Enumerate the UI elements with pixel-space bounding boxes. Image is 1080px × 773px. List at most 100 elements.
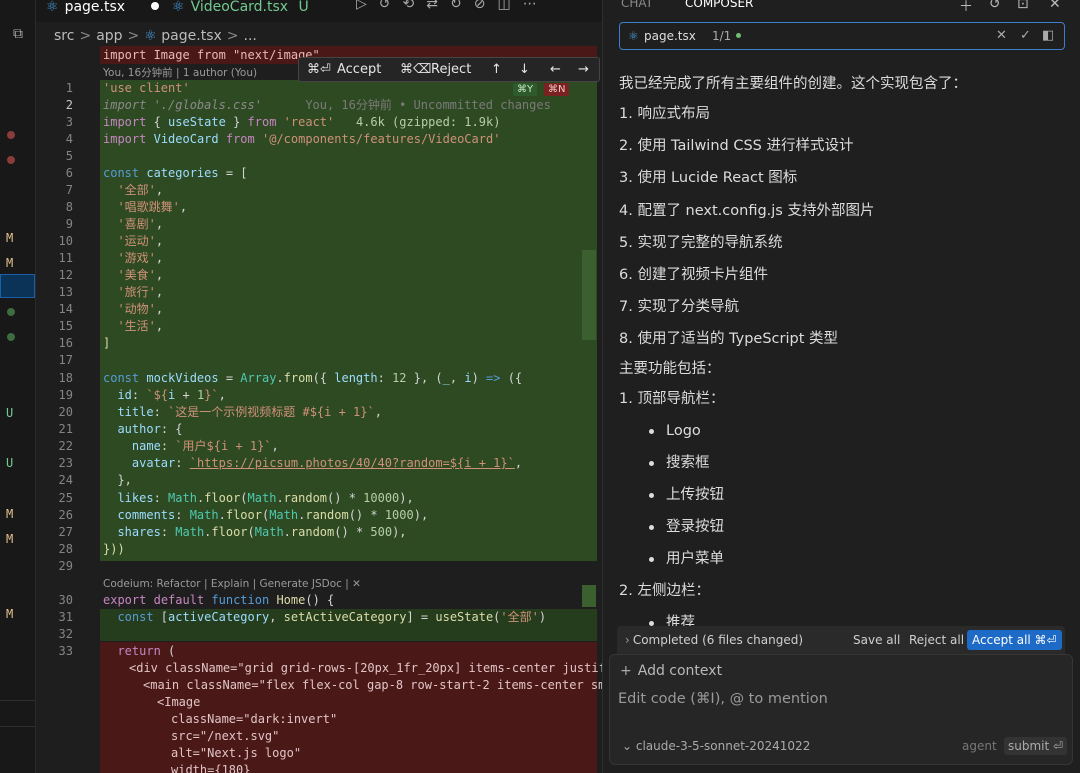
react-icon: ⚛ (144, 28, 157, 44)
section-heading: 主要功能包括： (619, 361, 721, 377)
close-icon[interactable]: ✕ (1049, 0, 1061, 12)
split-icon[interactable]: ◫ (497, 0, 522, 12)
composer-panel: CHAT COMPOSER ＋ ↺ ⊡ ✕ ⚛ page.tsx 1/1 ✕ ✓… (602, 0, 1080, 773)
code-line: 9 '喜剧', (65, 217, 164, 231)
breadcrumb-item[interactable]: ... (244, 28, 257, 44)
debug-icon[interactable]: ⊘ (474, 0, 498, 12)
arrow-up-icon[interactable]: ↑ (491, 58, 502, 81)
code-line: 32 (58, 627, 73, 641)
submit-button[interactable]: submit ⏎ (1004, 737, 1068, 755)
code-line-removed: width={180} (171, 763, 251, 773)
open-in-pane-icon[interactable]: ⊡ (1017, 0, 1029, 12)
sync-icon[interactable]: ⇄ (426, 0, 450, 12)
list-item: 4. 配置了 next.config.js 支持外部图片 (619, 203, 875, 219)
tab-label: VideoCard.tsx (190, 0, 289, 15)
code-line: 21 author: { (58, 422, 183, 436)
split-editor-icon[interactable]: ⧉ (10, 26, 26, 42)
code-line: 18 const mockVideos = Array.from({ length… (58, 371, 523, 385)
code-line: 24 }, (58, 473, 132, 487)
code-line-removed: className="dark:invert" (171, 712, 338, 726)
model-selector[interactable]: ⌄ claude-3-5-sonnet-20241022 (622, 739, 810, 753)
code-line: 33 return ( (58, 644, 176, 658)
mode-selector[interactable]: agent (962, 739, 997, 753)
code-line-removed: src="/next.svg" (171, 729, 280, 743)
code-line: 27 shares: Math.floor(Math.random() * 50… (58, 525, 407, 539)
completed-toggle[interactable]: › Completed (6 files changed) (625, 626, 803, 654)
forward-icon[interactable]: ↻ (450, 0, 474, 12)
tab-chat[interactable]: CHAT (621, 0, 653, 10)
code-line: 22 name: `用户${i + 1}`, (58, 439, 279, 453)
code-line: 25 likes: Math.floor(Math.random() * 100… (58, 491, 414, 505)
breadcrumb: src > app > ⚛ page.tsx >... (54, 28, 257, 44)
code-line: 14 '动物', (58, 302, 164, 316)
reject-all-button[interactable]: Reject all (909, 626, 964, 654)
edited-file-chip[interactable]: ⚛ page.tsx 1/1 ✕ ✓ ◧ (619, 22, 1065, 50)
code-line: 31 const [activeCategory, setActiveCateg… (58, 610, 547, 624)
code-line: 19 id: `${i + 1}`, (58, 388, 226, 402)
code-line: 16] (58, 336, 111, 350)
change-dot (7, 131, 15, 139)
git-status-mark: M (6, 607, 14, 621)
view-diff-icon[interactable]: ◧ (1042, 23, 1054, 49)
arrow-right-icon[interactable]: → (578, 58, 589, 81)
accept-file-icon[interactable]: ✓ (1020, 23, 1031, 49)
editor-actions: ▷↺⟲⇄↻⊘◫⋯ (356, 0, 549, 12)
git-untracked-badge: U (298, 0, 309, 15)
accept-button[interactable]: Accept (337, 58, 381, 81)
tab-page-tsx[interactable]: ⚛ page.tsx (46, 0, 125, 20)
file-name: page.tsx (644, 29, 696, 43)
code-line-removed: <Image (157, 695, 201, 709)
reject-file-icon[interactable]: ✕ (996, 23, 1007, 49)
list-item: 2. 左侧边栏： (619, 583, 710, 599)
react-icon: ⚛ (46, 0, 59, 15)
list-item: 1. 顶部导航栏： (619, 391, 725, 407)
code-line: 29 (58, 559, 73, 573)
explorer-selection[interactable] (0, 274, 35, 298)
refresh-icon[interactable]: ⟲ (403, 0, 427, 12)
list-item: 6. 创建了视频卡片组件 (619, 267, 768, 283)
divider (0, 700, 36, 701)
tab-videocard-tsx[interactable]: ⚛ VideoCard.tsx U (172, 0, 309, 20)
change-dot (7, 308, 15, 316)
breadcrumb-item[interactable]: app (96, 28, 122, 44)
code-line-removed: alt="Next.js logo" (171, 746, 302, 760)
change-dot (7, 156, 15, 164)
list-item: 1. 响应式布局 (619, 106, 710, 122)
arrow-left-icon[interactable]: ← (550, 58, 561, 81)
code-line-removed: <main className="flex flex-col gap-8 row… (143, 678, 602, 692)
chevron-down-icon: ⌄ (622, 739, 636, 753)
accept-all-button[interactable]: Accept all ⌘⏎ (967, 630, 1062, 650)
new-composer-icon[interactable]: ＋ (959, 0, 973, 16)
code-line: 10 '运动', (58, 234, 164, 248)
activity-bar: ⧉ M M U U M M M (0, 0, 36, 773)
reject-button[interactable]: Reject (431, 58, 471, 81)
history-icon[interactable]: ↺ (379, 0, 403, 12)
plus-icon: + (620, 663, 632, 679)
more-icon[interactable]: ⋯ (523, 0, 549, 12)
code-line: 5 (65, 149, 73, 163)
codeium-codelens[interactable]: Codeium: Refactor | Explain | Generate J… (103, 578, 361, 590)
breadcrumb-item[interactable]: src (54, 28, 74, 44)
divider (0, 726, 36, 727)
save-all-button[interactable]: Save all (853, 626, 900, 654)
code-editor[interactable]: ⚛ page.tsx ⚛ VideoCard.tsx U ▷↺⟲⇄↻⊘◫⋯ src >… (36, 0, 602, 773)
code-line: 8 '唱歌跳舞', (65, 200, 188, 214)
git-status-mark: U (6, 406, 14, 420)
code-line: 4 import VideoCard from '@/components/fea… (65, 132, 501, 146)
code-line: 12 '美食', (58, 268, 164, 282)
run-icon[interactable]: ▷ (356, 0, 379, 12)
arrow-down-icon[interactable]: ↓ (519, 58, 530, 81)
git-status-mark: U (6, 456, 14, 470)
breadcrumb-item[interactable]: page.tsx (161, 28, 221, 44)
tab-composer[interactable]: COMPOSER (685, 0, 753, 10)
code-line: 26 comments: Math.floor(Math.random() * … (58, 508, 429, 522)
code-line: 13 '旅行', (58, 285, 164, 299)
git-status-mark: M (6, 256, 14, 270)
git-status-mark: M (6, 507, 14, 521)
history-icon[interactable]: ↺ (989, 0, 1001, 12)
add-context-button[interactable]: + Add context (620, 663, 722, 679)
list-item: 8. 使用了适当的 TypeScript 类型 (619, 331, 839, 347)
unsaved-dot-icon[interactable] (151, 2, 159, 10)
git-status-mark: M (6, 231, 14, 245)
composer-input[interactable] (618, 688, 1058, 710)
